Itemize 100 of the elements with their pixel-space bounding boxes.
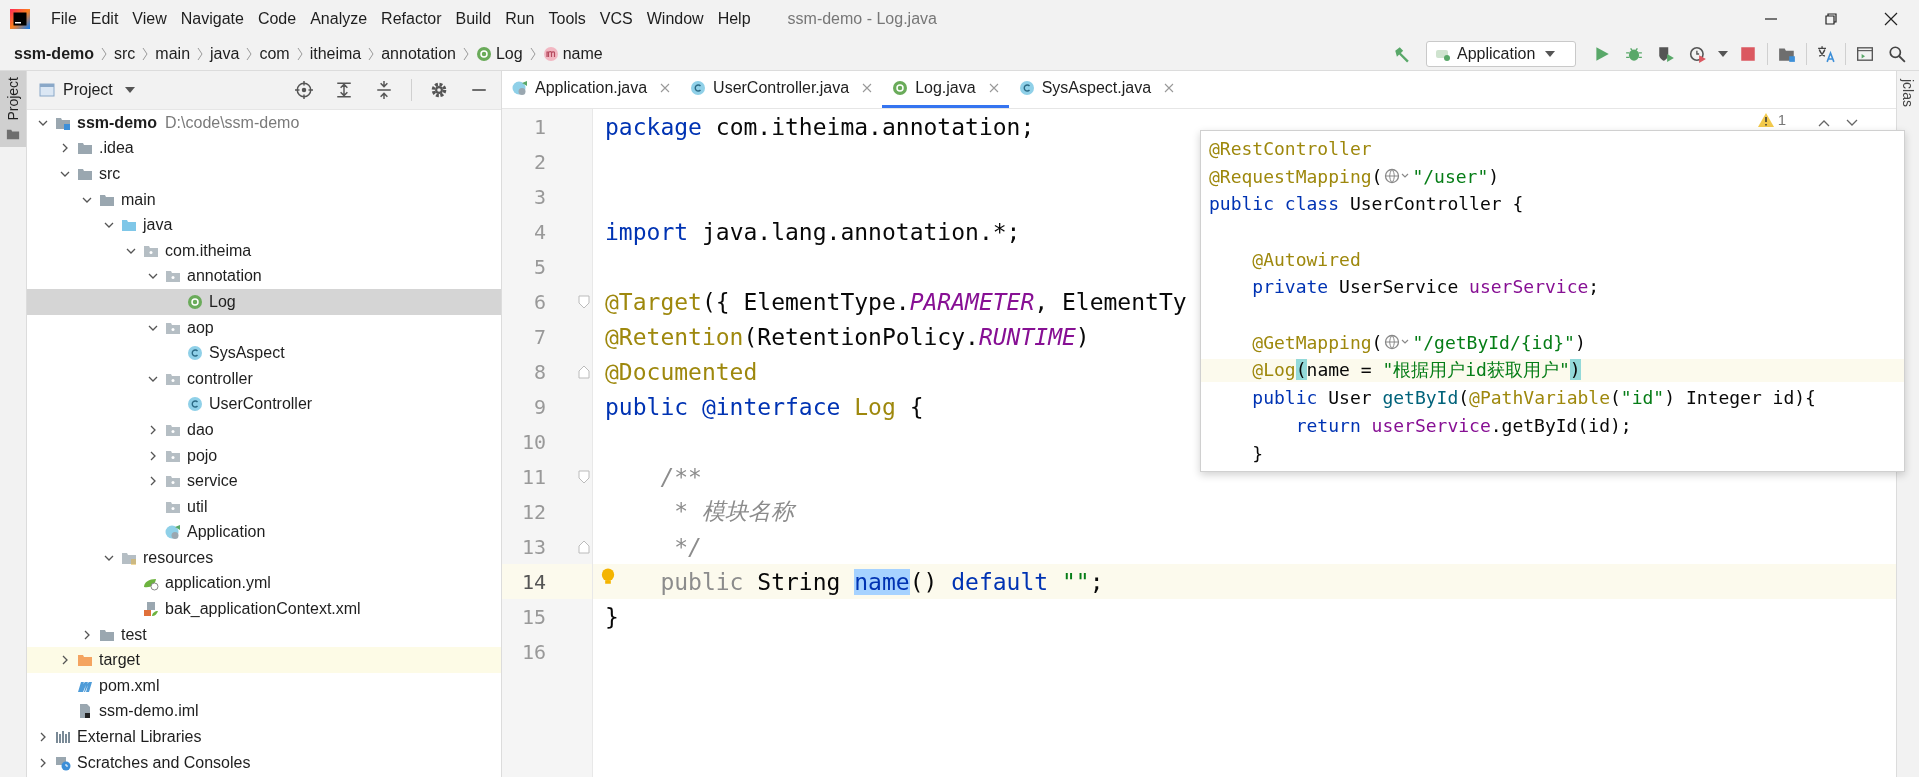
coverage-icon[interactable] — [1657, 45, 1675, 63]
caret-icon[interactable] — [124, 87, 135, 93]
fold-marker-icon[interactable] — [578, 364, 590, 379]
tree-item[interactable]: pom.xml — [27, 673, 501, 699]
expand-all-icon[interactable] — [335, 81, 353, 99]
restore-icon[interactable] — [1823, 11, 1839, 27]
editor-tab[interactable]: Application.java — [502, 71, 681, 108]
tree-item[interactable]: controller — [27, 365, 501, 392]
menu-item[interactable]: Window — [639, 10, 711, 28]
collapse-all-icon[interactable] — [375, 81, 393, 99]
breadcrumb[interactable]: name — [542, 45, 603, 63]
code-line: public User getById(@PathVariable("id") Integer id){ — [1251, 387, 1816, 409]
tree-item[interactable]: dao — [27, 417, 501, 443]
tree-item[interactable]: service — [27, 468, 501, 494]
fold-marker-icon[interactable] — [578, 539, 590, 554]
breadcrumb[interactable]: ssm-demo — [14, 45, 95, 63]
tree-item[interactable]: UserController — [27, 391, 501, 418]
search-icon[interactable] — [1888, 45, 1906, 63]
project-structure-icon[interactable] — [1778, 45, 1796, 63]
tree-item[interactable]: annotation — [27, 263, 501, 290]
code-line: */ — [673, 533, 702, 560]
settings-icon[interactable] — [430, 81, 448, 99]
menu-item[interactable]: Run — [498, 10, 542, 28]
tree-item[interactable]: resources — [27, 545, 501, 571]
line-number: 16 — [520, 639, 546, 664]
menu-item[interactable]: Build — [448, 10, 499, 28]
tree-item[interactable]: java — [27, 212, 501, 238]
tree-item[interactable]: Scratches and Consoles — [27, 749, 501, 776]
terminal-icon[interactable] — [1856, 45, 1874, 63]
tree-item[interactable]: main — [27, 186, 501, 213]
breadcrumb[interactable]: src — [114, 45, 136, 63]
tree-item[interactable]: SysAspect — [27, 340, 501, 366]
tree-item[interactable]: util — [27, 493, 501, 520]
line-number: 4 — [532, 219, 546, 244]
close-icon[interactable] — [1883, 11, 1899, 27]
profiler-icon[interactable] — [1689, 45, 1707, 63]
line-number: 11 — [520, 464, 546, 489]
menu-item[interactable]: Edit — [83, 10, 126, 28]
tree-item[interactable]: application.yml — [27, 570, 501, 597]
warning-indicator[interactable]: 1 — [1757, 111, 1786, 128]
tree-item[interactable]: target — [27, 647, 501, 674]
globe-icon[interactable] — [1384, 334, 1411, 351]
fold-marker-icon[interactable] — [578, 294, 590, 309]
editor-tab[interactable]: SysAspect.java — [1008, 71, 1185, 108]
jclasslib-tool-button[interactable]: jclas — [1897, 71, 1919, 107]
folder-icon — [77, 652, 93, 669]
menu-item[interactable]: Navigate — [173, 10, 251, 28]
menu-item[interactable]: Refactor — [374, 10, 449, 28]
breadcrumb[interactable]: main — [155, 45, 191, 63]
tree-item[interactable]: ssm-demo D:\code\ssm-demo — [27, 110, 501, 136]
menu-item[interactable]: Analyze — [303, 10, 375, 28]
bug-icon[interactable] — [1625, 45, 1643, 63]
translate-icon[interactable] — [1817, 45, 1835, 63]
code-line: /** — [659, 463, 702, 490]
breadcrumb[interactable]: Log — [475, 45, 523, 63]
menu-item[interactable]: Tools — [541, 10, 593, 28]
panel-title[interactable]: Project — [63, 81, 113, 99]
breadcrumb[interactable]: itheima — [309, 45, 362, 63]
class-icon — [690, 80, 707, 96]
caret-icon — [1545, 51, 1556, 57]
tree-item[interactable]: External Libraries — [27, 724, 501, 750]
editor-tab[interactable]: Log.java — [882, 71, 1009, 108]
libraries-icon — [55, 729, 71, 746]
tree-item[interactable]: aop — [27, 314, 501, 341]
menu-item[interactable]: Help — [710, 10, 758, 28]
tree-item[interactable]: Log — [27, 289, 501, 315]
tree-item[interactable]: pojo — [27, 442, 501, 469]
breadcrumb[interactable]: java — [210, 45, 240, 63]
folder-icon — [77, 140, 93, 157]
project-tool-button[interactable]: Project — [0, 71, 26, 147]
tree-item[interactable]: src — [27, 161, 501, 187]
chevron-down-icon[interactable] — [1846, 119, 1858, 127]
hammer-icon[interactable] — [1393, 45, 1411, 63]
chevron-icon — [100, 46, 109, 62]
menu-item[interactable]: View — [125, 10, 174, 28]
caret-icon[interactable] — [1718, 51, 1728, 57]
chevron-up-icon[interactable] — [1818, 119, 1830, 127]
editor-tab[interactable]: UserController.java — [680, 71, 883, 108]
tree-item[interactable]: ssm-demo.iml — [27, 698, 501, 725]
breadcrumb[interactable]: com — [259, 45, 290, 63]
tree-item[interactable]: test — [27, 621, 501, 648]
code-line: } — [1251, 442, 1264, 464]
stop-icon[interactable] — [1739, 45, 1757, 63]
menu-item[interactable]: VCS — [592, 10, 640, 28]
code-line: @Documented — [605, 358, 758, 385]
run-configuration-dropdown[interactable]: Application — [1426, 41, 1576, 67]
locate-icon[interactable] — [295, 81, 313, 99]
breadcrumb[interactable]: annotation — [381, 45, 456, 63]
line-number: 15 — [520, 604, 546, 629]
globe-icon[interactable] — [1384, 168, 1411, 185]
panel-icon — [39, 82, 55, 98]
code-line: @RequestMapping( — [1209, 165, 1383, 187]
fold-marker-icon[interactable] — [578, 469, 590, 484]
menu-item[interactable]: File — [44, 10, 84, 28]
tree-item[interactable]: bak_applicationContext.xml — [27, 596, 501, 622]
tree-item[interactable]: Application — [27, 519, 501, 546]
menu-item[interactable]: Code — [250, 10, 304, 28]
run-icon[interactable] — [1593, 45, 1611, 63]
tree-item[interactable]: com.itheima — [27, 237, 501, 264]
tree-item[interactable]: .idea — [27, 135, 501, 162]
